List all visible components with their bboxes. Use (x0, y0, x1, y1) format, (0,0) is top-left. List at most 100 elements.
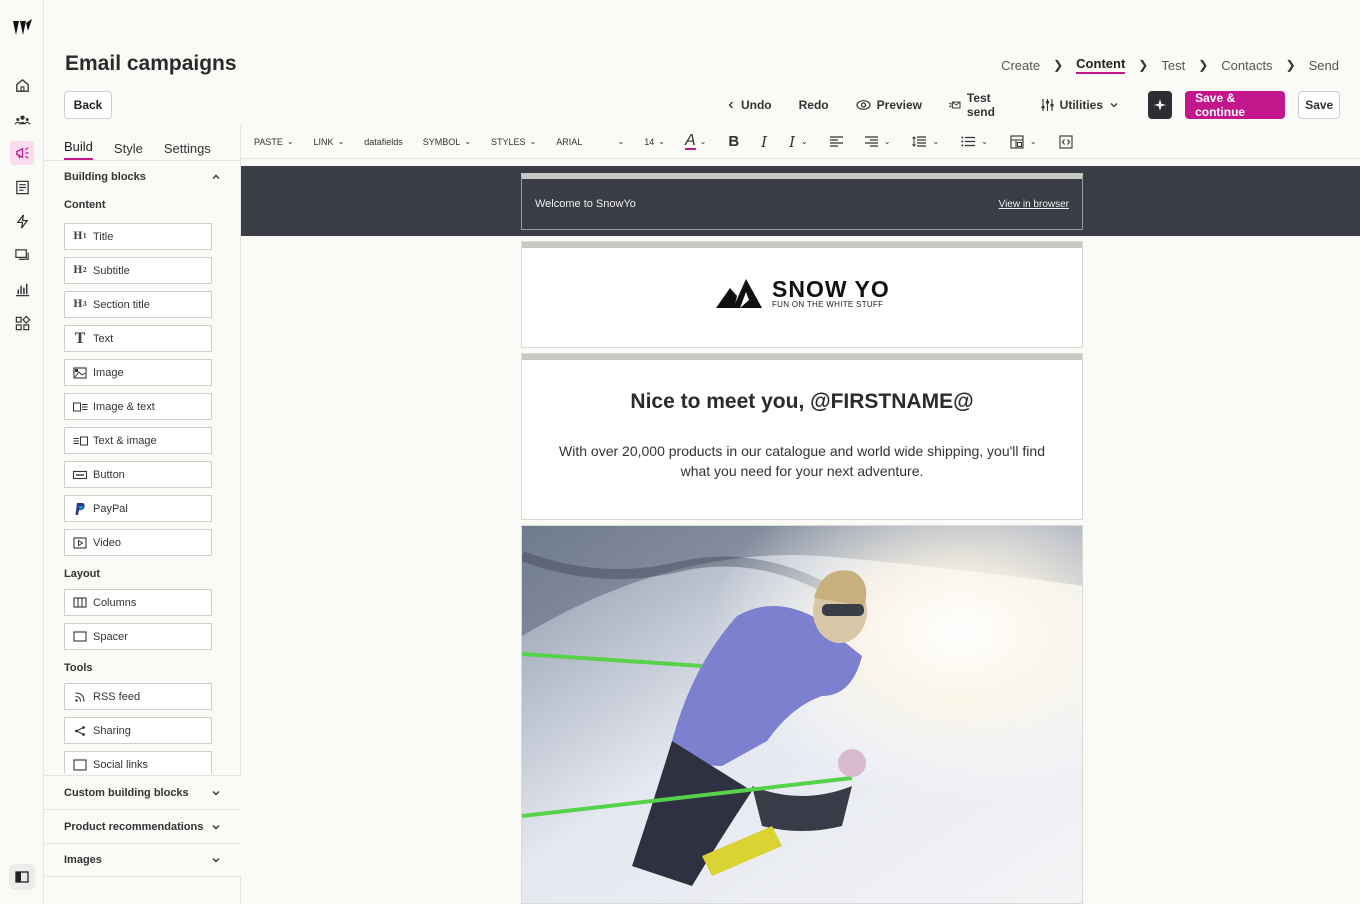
styles-dropdown[interactable]: STYLES ⌄ (491, 137, 536, 147)
images-accordion[interactable]: Images (44, 843, 241, 877)
custom-building-blocks-accordion[interactable]: Custom building blocks (44, 775, 241, 809)
block-label: RSS feed (93, 690, 141, 703)
block-spacer[interactable]: Spacer (64, 623, 212, 650)
block-video[interactable]: Video (64, 529, 212, 556)
font-size-select[interactable]: 14 ⌄ (644, 137, 665, 147)
font-family-value: ARIAL (556, 136, 583, 147)
block-image-text[interactable]: Image & text (64, 393, 212, 420)
chevron-down-icon (212, 858, 220, 863)
step-send[interactable]: Send (1309, 58, 1339, 73)
send-icon (949, 101, 961, 109)
accordion-label: Product recommendations (64, 820, 204, 833)
tab-settings[interactable]: Settings (164, 141, 211, 160)
block-label: Text (93, 332, 114, 345)
back-button[interactable]: Back (64, 91, 112, 119)
logo-tagline: FUN ON THE WHITE STUFF (772, 299, 884, 309)
chevron-down-icon: ⌄ (1029, 137, 1037, 146)
block-subtitle[interactable]: H 2 Subtitle (64, 257, 212, 284)
page-title: Email campaigns (65, 52, 237, 75)
block-handle (522, 242, 1082, 248)
utilities-dropdown[interactable]: Utilities (1041, 98, 1119, 112)
step-contacts[interactable]: Contacts (1221, 58, 1272, 73)
line-height-dropdown[interactable]: ⌄ (912, 136, 939, 147)
save-button[interactable]: Save (1298, 91, 1340, 119)
layout-section-label: Layout (64, 568, 101, 580)
table-dropdown[interactable]: ⌄ (1010, 134, 1037, 149)
preheader-block[interactable]: Welcome to SnowYo View in browser (521, 173, 1083, 230)
datafields-button[interactable]: datafields (364, 137, 403, 147)
redo-button[interactable]: Redo (799, 98, 829, 112)
social-icon (72, 757, 88, 773)
step-content[interactable]: Content (1076, 56, 1126, 74)
step-test[interactable]: Test (1161, 58, 1185, 73)
image-icon (72, 365, 88, 381)
save-and-continue-button[interactable]: Save & continue (1185, 91, 1286, 119)
app-logo[interactable] (11, 17, 33, 39)
align-right-dropdown[interactable]: ⌄ (864, 136, 890, 147)
block-button[interactable]: Button (64, 461, 212, 488)
forms-icon[interactable] (10, 175, 34, 199)
styles-label: STYLES (491, 136, 526, 147)
tab-build[interactable]: Build (64, 139, 93, 160)
block-label: Columns (93, 596, 137, 609)
block-rss-feed[interactable]: RSS feed (64, 683, 212, 710)
block-text[interactable]: T Text (64, 325, 212, 352)
block-columns[interactable]: Columns (64, 589, 212, 616)
ai-assistant-button[interactable] (1148, 91, 1173, 119)
block-image[interactable]: Image (64, 359, 212, 386)
view-in-browser-link[interactable]: View in browser (999, 199, 1069, 210)
block-title[interactable]: H 1 Title (64, 223, 212, 250)
align-left-icon[interactable] (829, 136, 843, 147)
block-paypal[interactable]: PayPal (64, 495, 212, 522)
italic-icon[interactable]: I (761, 133, 767, 151)
bold-icon[interactable]: B (728, 133, 739, 150)
chevron-down-icon: ⌄ (801, 137, 808, 146)
font-color-icon: A (684, 131, 696, 150)
accordion-label: Images (64, 854, 102, 866)
source-code-icon[interactable] (1059, 134, 1073, 149)
chevron-down-icon: ⌄ (658, 137, 665, 146)
paste-dropdown[interactable]: PASTE ⌄ (254, 137, 294, 147)
apps-icon[interactable] (10, 311, 34, 335)
text-style-dropdown[interactable]: I ⌄ (789, 133, 808, 151)
email-body-text: With over 20,000 products in our catalog… (559, 443, 1045, 479)
link-dropdown[interactable]: LINK ⌄ (314, 137, 345, 147)
logo-block[interactable]: SNOW YO FUN ON THE WHITE STUFF (521, 241, 1083, 348)
sidebar-toggle-icon[interactable] (9, 864, 35, 890)
test-send-button[interactable]: Test send (949, 91, 1014, 119)
logo-name: SNOW YO (772, 275, 890, 302)
undo-button[interactable]: Undo (727, 98, 772, 112)
home-icon[interactable] (10, 73, 34, 97)
contacts-icon[interactable] (10, 107, 34, 131)
building-blocks-header[interactable]: Building blocks (44, 160, 241, 193)
image-text-icon (72, 399, 88, 415)
share-icon (72, 723, 88, 739)
font-color-dropdown[interactable]: A ⌄ (684, 131, 706, 150)
step-create[interactable]: Create (1001, 58, 1040, 73)
mountain-logo-icon (716, 279, 762, 308)
font-family-select[interactable]: ARIAL ⌄ (556, 137, 624, 147)
chevron-right-icon: ❯ (1285, 58, 1296, 72)
preview-label: Preview (876, 98, 923, 112)
block-sharing[interactable]: Sharing (64, 717, 212, 744)
line-height-icon (912, 136, 927, 147)
automation-icon[interactable] (10, 209, 34, 233)
preview-button[interactable]: Preview (856, 98, 922, 112)
block-social-links[interactable]: Social links (64, 751, 212, 773)
campaigns-icon[interactable] (10, 141, 34, 165)
greeting-block[interactable]: Nice to meet you, @FIRSTNAME@ With over … (521, 353, 1083, 520)
redo-label: Redo (798, 98, 829, 112)
block-label: Button (93, 468, 125, 481)
conversations-icon[interactable] (10, 243, 34, 267)
tab-style[interactable]: Style (114, 141, 143, 160)
block-section-title[interactable]: H 3 Section title (64, 291, 212, 318)
symbol-dropdown[interactable]: SYMBOL ⌄ (423, 137, 471, 147)
paste-label: PASTE (254, 136, 283, 147)
list-dropdown[interactable]: ⌄ (961, 136, 988, 147)
product-recommendations-accordion[interactable]: Product recommendations (44, 809, 241, 843)
block-text-image[interactable]: Text & image (64, 427, 212, 454)
test-send-label: Test send (966, 91, 995, 119)
italic-style-icon: I (789, 132, 796, 151)
hero-image[interactable] (521, 525, 1083, 904)
reports-icon[interactable] (10, 277, 34, 301)
